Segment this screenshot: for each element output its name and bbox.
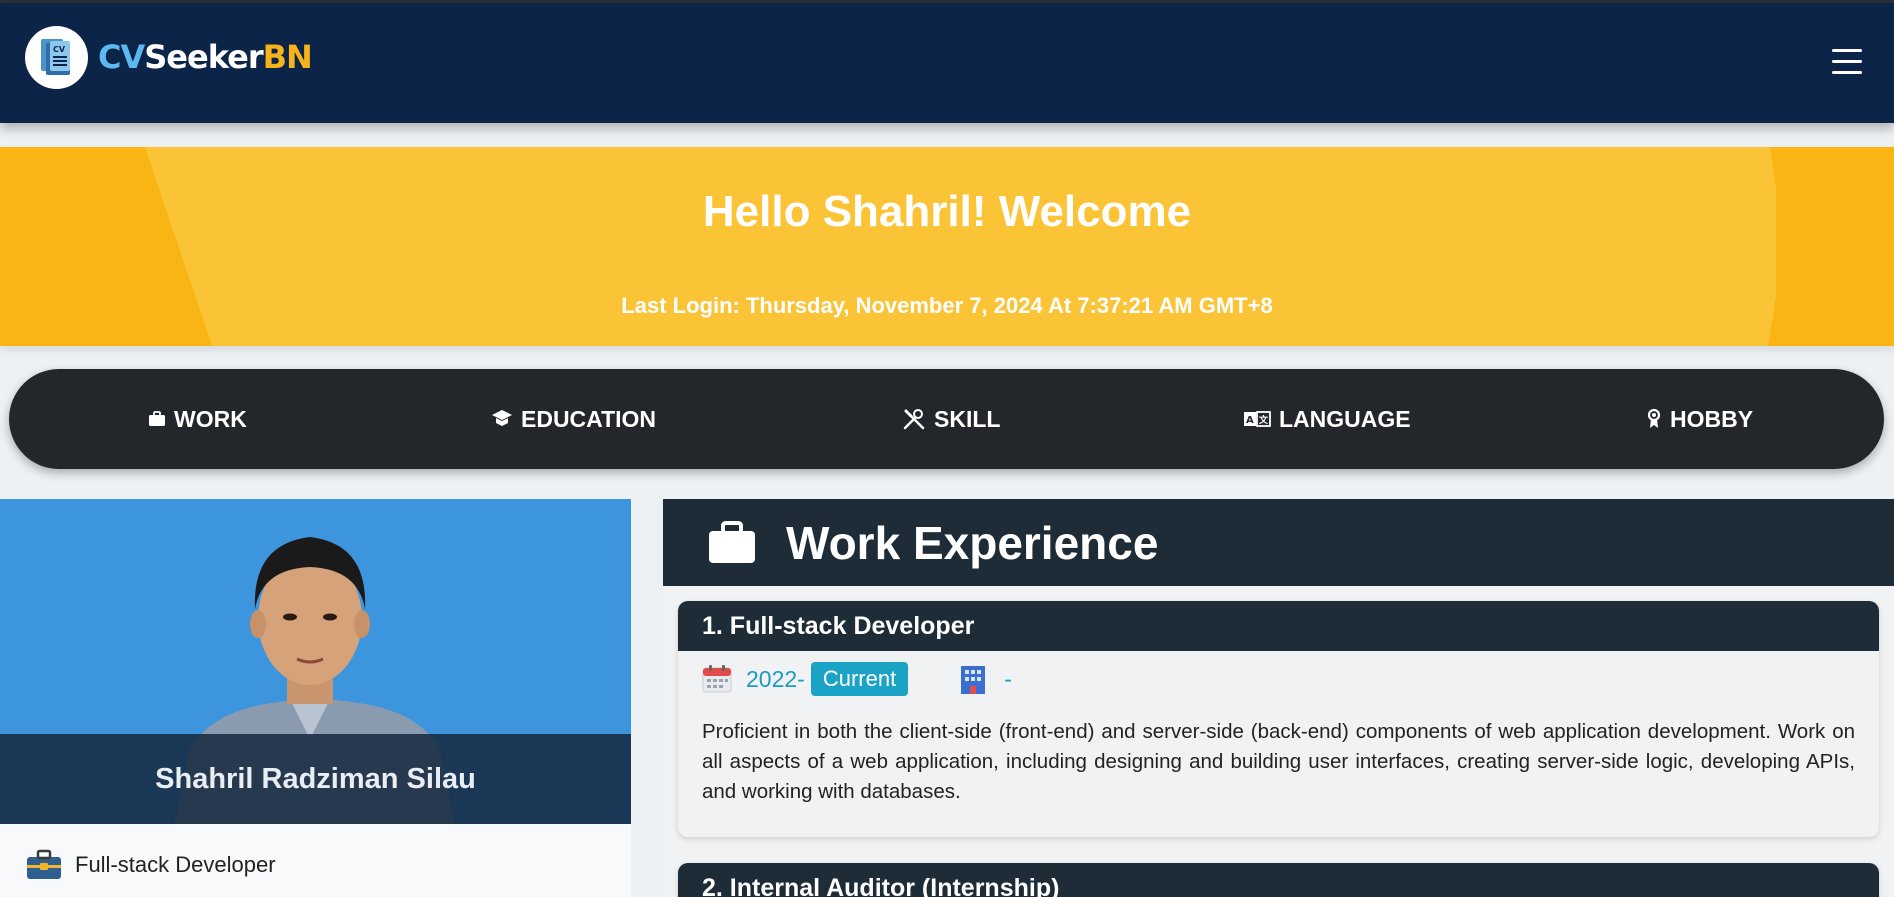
welcome-title: Hello Shahril! Welcome [702, 187, 1192, 236]
calendar-icon [702, 665, 732, 693]
status-badge: Current [810, 662, 909, 696]
job-start-date: 2022- [746, 665, 805, 692]
welcome-banner: Hello Shahril! Welcome Last Login: Thurs… [0, 147, 1894, 346]
tools-icon [903, 409, 925, 430]
job-meta: 2022- Current - [678, 651, 1879, 707]
award-icon [1647, 408, 1661, 428]
job-title: 1. Full-stack Developer [678, 601, 1879, 651]
tab-skill[interactable]: SKILL [902, 369, 1000, 469]
last-login-text: Last Login: Thursday, November 7, 2024 A… [621, 293, 1273, 318]
job-company: - [1004, 665, 1012, 692]
job-card: 2. Internal Auditor (Internship) [678, 863, 1879, 897]
job-title: 2. Internal Auditor (Internship) [678, 863, 1879, 897]
tab-education[interactable]: EDUCATION [491, 369, 656, 469]
navbar: CV CVSeekerBN [0, 3, 1894, 123]
tab-label: WORK [174, 405, 247, 432]
svg-text:文: 文 [1258, 414, 1269, 426]
svg-text:CV: CV [53, 45, 66, 54]
work-experience-panel: Work Experience 1. Full-stack Developer … [663, 499, 1894, 897]
tab-work[interactable]: WORK [148, 369, 247, 469]
tab-label: LANGUAGE [1279, 405, 1411, 432]
briefcase-icon [149, 411, 165, 426]
job-card: 1. Full-stack Developer 2022- Current - … [678, 601, 1879, 837]
toolbox-icon [27, 849, 61, 879]
hamburger-menu-icon[interactable] [1832, 49, 1862, 75]
work-experience-header: Work Experience [663, 499, 1894, 586]
work-experience-title: Work Experience [786, 516, 1159, 569]
profile-name: Shahril Radziman Silau [0, 734, 631, 824]
brand-name-part: Seeker [144, 38, 263, 76]
tab-hobby[interactable]: HOBBY [1646, 369, 1753, 469]
brand-name-part: BN [262, 38, 313, 76]
brand-name-part: CV [98, 38, 145, 76]
profile-role: Full-stack Developer [25, 849, 276, 881]
brand-name: CVSeekerBN [98, 38, 313, 76]
job-description: Proficient in both the client-side (fron… [702, 720, 1855, 803]
role-text: Full-stack Developer [75, 852, 276, 877]
tab-language[interactable]: A 文 LANGUAGE [1243, 369, 1411, 469]
translate-icon: A 文 [1244, 411, 1271, 427]
brand-logo[interactable]: CV CVSeekerBN [25, 25, 313, 89]
office-building-icon [961, 666, 986, 694]
tab-label: HOBBY [1670, 405, 1754, 432]
briefcase-icon [709, 520, 755, 563]
tab-label: EDUCATION [521, 405, 657, 432]
graduation-cap-icon [492, 410, 512, 426]
svg-text:A: A [1246, 415, 1254, 426]
profile-card: Shahril Radziman Silau Full-stack Develo… [0, 499, 631, 897]
cv-document-icon: CV [25, 25, 88, 89]
section-tabbar: WORK EDUCATION SKILL A 文 LANGUAGE HOBBY [9, 369, 1884, 469]
tab-label: SKILL [934, 405, 1001, 432]
profile-photo: Shahril Radziman Silau [0, 499, 631, 824]
